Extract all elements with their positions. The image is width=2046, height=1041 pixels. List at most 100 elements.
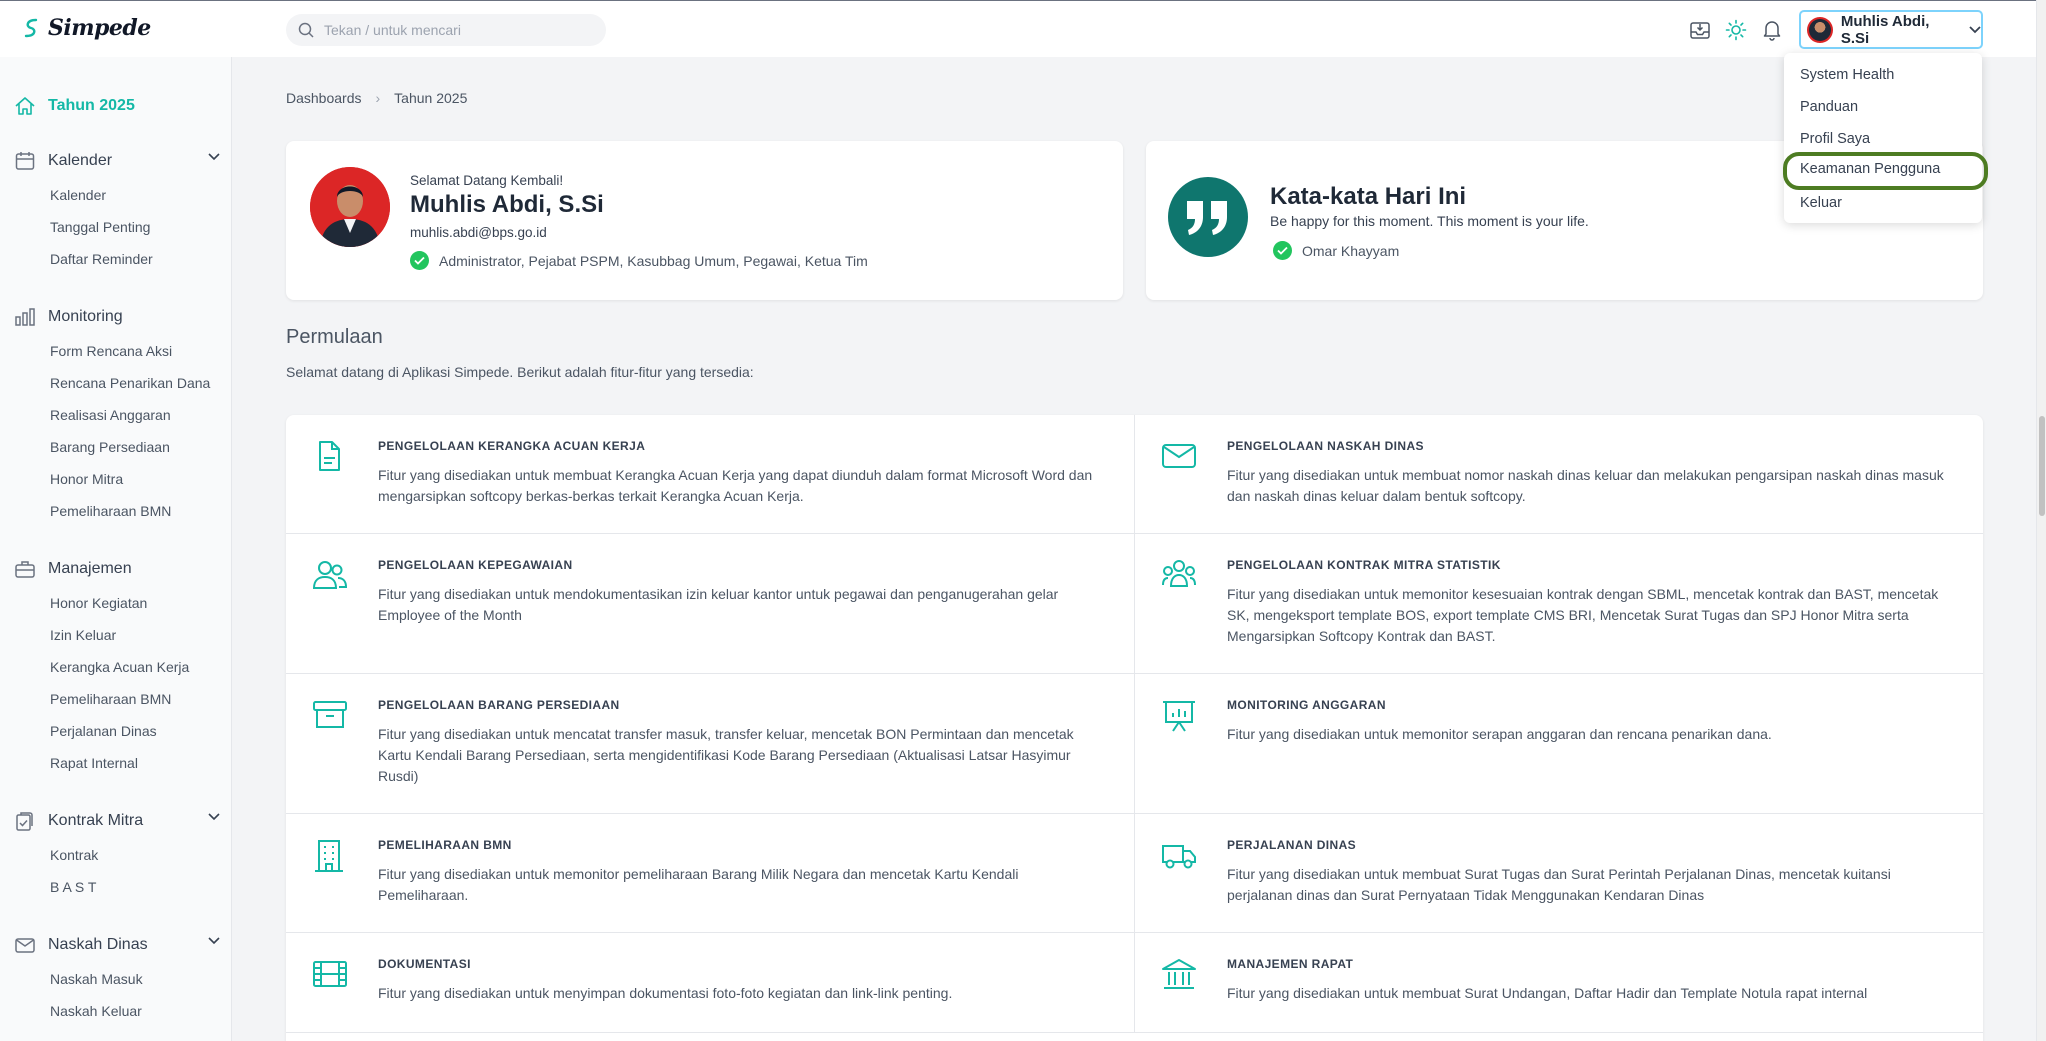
archive-box-icon xyxy=(312,698,347,732)
feature-title: PENGELOLAAN KERANGKA ACUAN KERJA xyxy=(378,439,646,453)
sidebar-item-form-rencana-aksi[interactable]: Form Rencana Aksi xyxy=(50,343,172,359)
feature-item[interactable]: PENGELOLAAN KONTRAK MITRA STATISTIK Fitu… xyxy=(1135,534,1983,674)
mail-icon xyxy=(14,934,36,956)
bell-icon[interactable] xyxy=(1760,18,1784,42)
quote-title: Kata-kata Hari Ini xyxy=(1270,183,1467,210)
feature-title: PEMELIHARAAN BMN xyxy=(378,838,512,852)
feature-item[interactable]: PENGELOLAAN KERANGKA ACUAN KERJA Fitur y… xyxy=(286,415,1135,534)
sidebar-group-kontrak-mitra[interactable]: Kontrak Mitra xyxy=(14,809,220,833)
sidebar-item-tahun-2025[interactable]: Tahun 2025 xyxy=(14,94,220,118)
search-input[interactable] xyxy=(324,22,584,38)
avatar xyxy=(310,167,390,247)
sidebar-item-barang-persediaan[interactable]: Barang Persediaan xyxy=(50,439,170,455)
sidebar-group-kalender[interactable]: Kalender xyxy=(14,149,220,173)
feature-description: Fitur yang disediakan untuk membuat nomo… xyxy=(1227,467,1944,504)
sidebar-item-naskah-masuk[interactable]: Naskah Masuk xyxy=(50,971,143,987)
sidebar-item-rapat-internal[interactable]: Rapat Internal xyxy=(50,755,138,771)
sidebar-group-naskah-dinas[interactable]: Naskah Dinas xyxy=(14,933,220,957)
chevron-down-icon[interactable] xyxy=(208,937,220,945)
breadcrumb: Dashboards › Tahun 2025 xyxy=(286,90,467,106)
feature-item[interactable]: PENGELOLAAN BARANG PERSEDIAAN Fitur yang… xyxy=(286,674,1135,814)
sidebar-item-izin-keluar[interactable]: Izin Keluar xyxy=(50,627,116,643)
feature-item[interactable]: PEMELIHARAAN BMN Fitur yang disediakan u… xyxy=(286,814,1135,933)
sidebar-group-label: Kalender xyxy=(48,152,113,169)
feature-item[interactable]: MANAJEMEN RAPAT Fitur yang disediakan un… xyxy=(1135,933,1983,1033)
inbox-icon[interactable] xyxy=(1688,18,1712,42)
section-title: Permulaan xyxy=(286,326,383,348)
feature-item[interactable]: PENGELOLAAN KEPEGAWAIAN Fitur yang dised… xyxy=(286,534,1135,674)
check-circle-icon xyxy=(1273,241,1292,260)
calendar-icon xyxy=(14,150,36,172)
sidebar-item-perjalanan-dinas[interactable]: Perjalanan Dinas xyxy=(50,723,157,739)
feature-title: PENGELOLAAN NASKAH DINAS xyxy=(1227,439,1424,453)
feature-title: MONITORING ANGGARAN xyxy=(1227,698,1386,712)
sidebar: Tahun 2025 Kalender Kalender Tanggal Pen… xyxy=(0,57,232,1041)
feature-item[interactable]: MONITORING ANGGARAN Fitur yang disediaka… xyxy=(1135,674,1983,814)
feature-item[interactable]: PERJALANAN DINAS Fitur yang disediakan u… xyxy=(1135,814,1983,933)
roles-text: Administrator, Pejabat PSPM, Kasubbag Um… xyxy=(439,252,868,269)
sun-icon[interactable] xyxy=(1724,18,1748,42)
truck-icon xyxy=(1161,838,1196,872)
check-circle-icon xyxy=(410,251,429,270)
feature-description: Fitur yang disediakan untuk membuat Sura… xyxy=(1227,985,1868,1001)
search-box[interactable] xyxy=(286,14,606,46)
breadcrumb-current: Tahun 2025 xyxy=(394,90,468,106)
envelope-icon xyxy=(1161,439,1196,473)
menu-item-keluar[interactable]: Keluar xyxy=(1784,187,1982,219)
film-icon xyxy=(312,957,347,991)
feature-description: Fitur yang disediakan untuk memonitor ke… xyxy=(1227,586,1939,644)
sidebar-item-pemeliharaan-bmn[interactable]: Pemeliharaan BMN xyxy=(50,503,171,519)
sidebar-item-rencana-penarikan-dana[interactable]: Rencana Penarikan Dana xyxy=(50,375,210,391)
avatar xyxy=(1807,16,1833,43)
sidebar-item-kontrak[interactable]: Kontrak xyxy=(50,847,98,863)
sidebar-group-label: Manajemen xyxy=(48,560,132,577)
bank-icon xyxy=(1161,957,1196,991)
chevron-down-icon[interactable] xyxy=(208,813,220,821)
features-grid: PENGELOLAAN KERANGKA ACUAN KERJA Fitur y… xyxy=(286,415,1983,1041)
sidebar-item-realisasi-anggaran[interactable]: Realisasi Anggaran xyxy=(50,407,171,423)
sidebar-item-naskah-keluar[interactable]: Naskah Keluar xyxy=(50,1003,142,1019)
scrollbar-thumb[interactable] xyxy=(2039,416,2045,516)
sidebar-item-kalender[interactable]: Kalender xyxy=(50,187,106,203)
sidebar-group-label: Kontrak Mitra xyxy=(48,812,144,829)
sidebar-item-tanggal-penting[interactable]: Tanggal Penting xyxy=(50,219,150,235)
feature-description: Fitur yang disediakan untuk membuat Kera… xyxy=(378,467,1093,504)
feature-title: MANAJEMEN RAPAT xyxy=(1227,957,1354,971)
quote-author: Omar Khayyam xyxy=(1302,242,1400,259)
feature-item[interactable]: DOKUMENTASI Fitur yang disediakan untuk … xyxy=(286,933,1135,1033)
document-icon xyxy=(312,439,346,473)
feature-description: Fitur yang disediakan untuk memonitor se… xyxy=(1227,726,1772,742)
breadcrumb-separator-icon: › xyxy=(375,90,381,106)
breadcrumb-dashboards[interactable]: Dashboards xyxy=(286,90,362,106)
menu-item-keamanan-pengguna[interactable]: Keamanan Pengguna xyxy=(1783,152,1988,190)
top-bar: Simpede Muhlis Abdi, S.Si xyxy=(0,0,2036,57)
menu-item-system-health[interactable]: System Health xyxy=(1784,59,1982,91)
chevron-down-icon xyxy=(1969,25,1981,34)
quote-icon xyxy=(1168,177,1248,257)
app-name: Simpede xyxy=(48,15,151,41)
app-logo[interactable]: Simpede xyxy=(22,15,151,41)
sidebar-group-monitoring[interactable]: Monitoring xyxy=(14,305,220,329)
sidebar-item-kerangka-acuan-kerja[interactable]: Kerangka Acuan Kerja xyxy=(50,659,189,675)
feature-title: DOKUMENTASI xyxy=(378,957,471,971)
sidebar-item-daftar-reminder[interactable]: Daftar Reminder xyxy=(50,251,153,267)
presentation-chart-icon xyxy=(1161,698,1195,732)
sidebar-group-manajemen[interactable]: Manajemen xyxy=(14,557,220,581)
sidebar-item-honor-kegiatan[interactable]: Honor Kegiatan xyxy=(50,595,147,611)
feature-description: Fitur yang disediakan untuk memonitor pe… xyxy=(378,866,1019,903)
profile-email: muhlis.abdi@bps.go.id xyxy=(410,225,547,240)
user-menu-button[interactable]: Muhlis Abdi, S.Si xyxy=(1799,10,1983,49)
menu-item-profil-saya[interactable]: Profil Saya xyxy=(1784,123,1982,155)
building-icon xyxy=(312,838,346,872)
feature-item[interactable]: PENGELOLAAN NASKAH DINAS Fitur yang dise… xyxy=(1135,415,1983,534)
feature-title: PENGELOLAAN KONTRAK MITRA STATISTIK xyxy=(1227,558,1501,572)
sidebar-item-label: Tahun 2025 xyxy=(48,97,135,114)
sidebar-item-bast[interactable]: B A S T xyxy=(50,879,96,895)
menu-item-panduan[interactable]: Panduan xyxy=(1784,91,1982,123)
sidebar-item-honor-mitra[interactable]: Honor Mitra xyxy=(50,471,123,487)
sidebar-item-pemeliharaan-bmn-2[interactable]: Pemeliharaan BMN xyxy=(50,691,171,707)
feature-title: PERJALANAN DINAS xyxy=(1227,838,1357,852)
page-scrollbar[interactable] xyxy=(2036,0,2046,1041)
feature-description: Fitur yang disediakan untuk mendokumenta… xyxy=(378,586,1059,623)
chevron-down-icon[interactable] xyxy=(208,153,220,161)
